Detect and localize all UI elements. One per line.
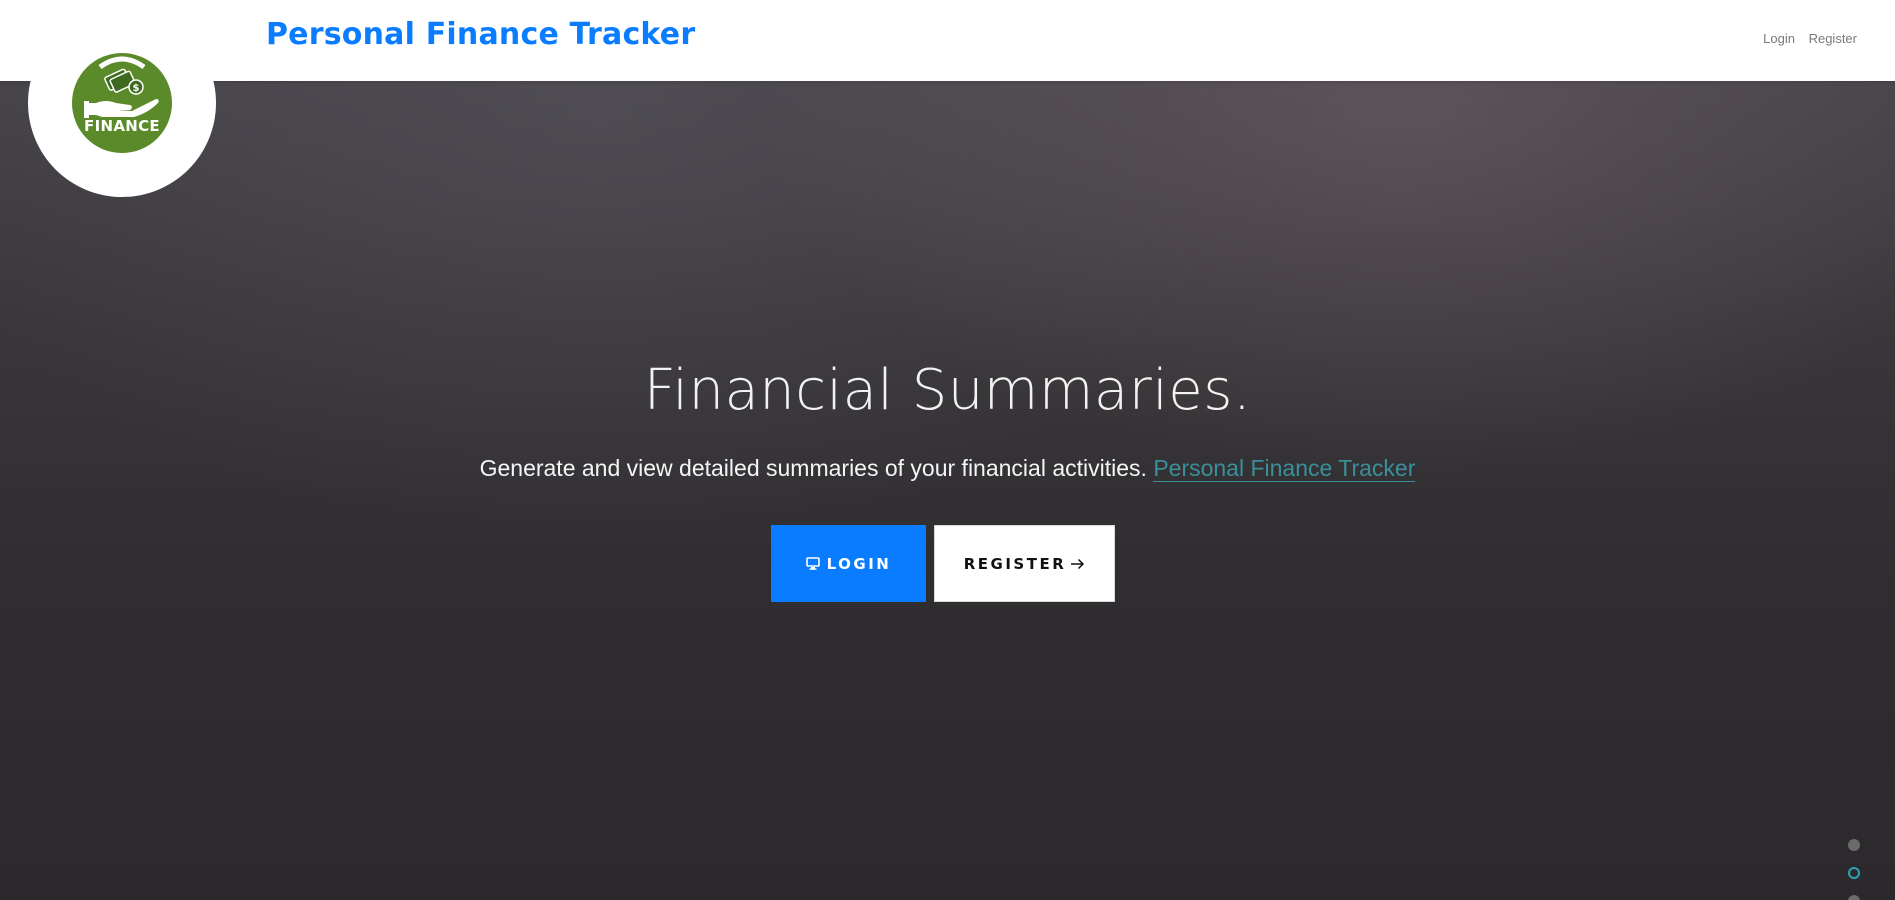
hand-holding-money-icon: $ xyxy=(84,56,159,118)
register-button[interactable]: REGISTER xyxy=(934,525,1115,602)
top-navbar: Personal Finance Tracker Login Register xyxy=(0,0,1895,81)
register-button-label: REGISTER xyxy=(963,554,1067,573)
monitor-icon xyxy=(805,557,820,570)
login-button-label: LOGIN xyxy=(826,554,892,573)
hero-background xyxy=(0,0,1895,900)
hero-subtitle-text: Generate and view detailed summaries of … xyxy=(479,455,1147,481)
login-button[interactable]: LOGIN xyxy=(771,525,926,602)
hero-subtitle-link[interactable]: Personal Finance Tracker xyxy=(1153,455,1416,482)
nav-links: Login Register xyxy=(1753,31,1857,46)
slide-dot-3[interactable] xyxy=(1848,895,1860,900)
site-logo[interactable]: $ FINANCE xyxy=(28,9,216,197)
slide-dot-1[interactable] xyxy=(1848,839,1860,851)
logo-badge: $ FINANCE xyxy=(72,53,172,153)
nav-login-link[interactable]: Login xyxy=(1763,31,1795,46)
nav-register-link[interactable]: Register xyxy=(1809,31,1857,46)
svg-text:$: $ xyxy=(133,83,140,94)
site-title[interactable]: Personal Finance Tracker xyxy=(266,17,695,52)
slide-indicators xyxy=(1847,838,1863,900)
hero-subtitle: Generate and view detailed summaries of … xyxy=(0,455,1895,482)
arrow-right-icon xyxy=(1070,558,1085,570)
logo-text: FINANCE xyxy=(84,117,160,135)
slide-dot-2-active[interactable] xyxy=(1848,867,1860,879)
hero-title: Financial Summaries. xyxy=(643,358,1252,423)
